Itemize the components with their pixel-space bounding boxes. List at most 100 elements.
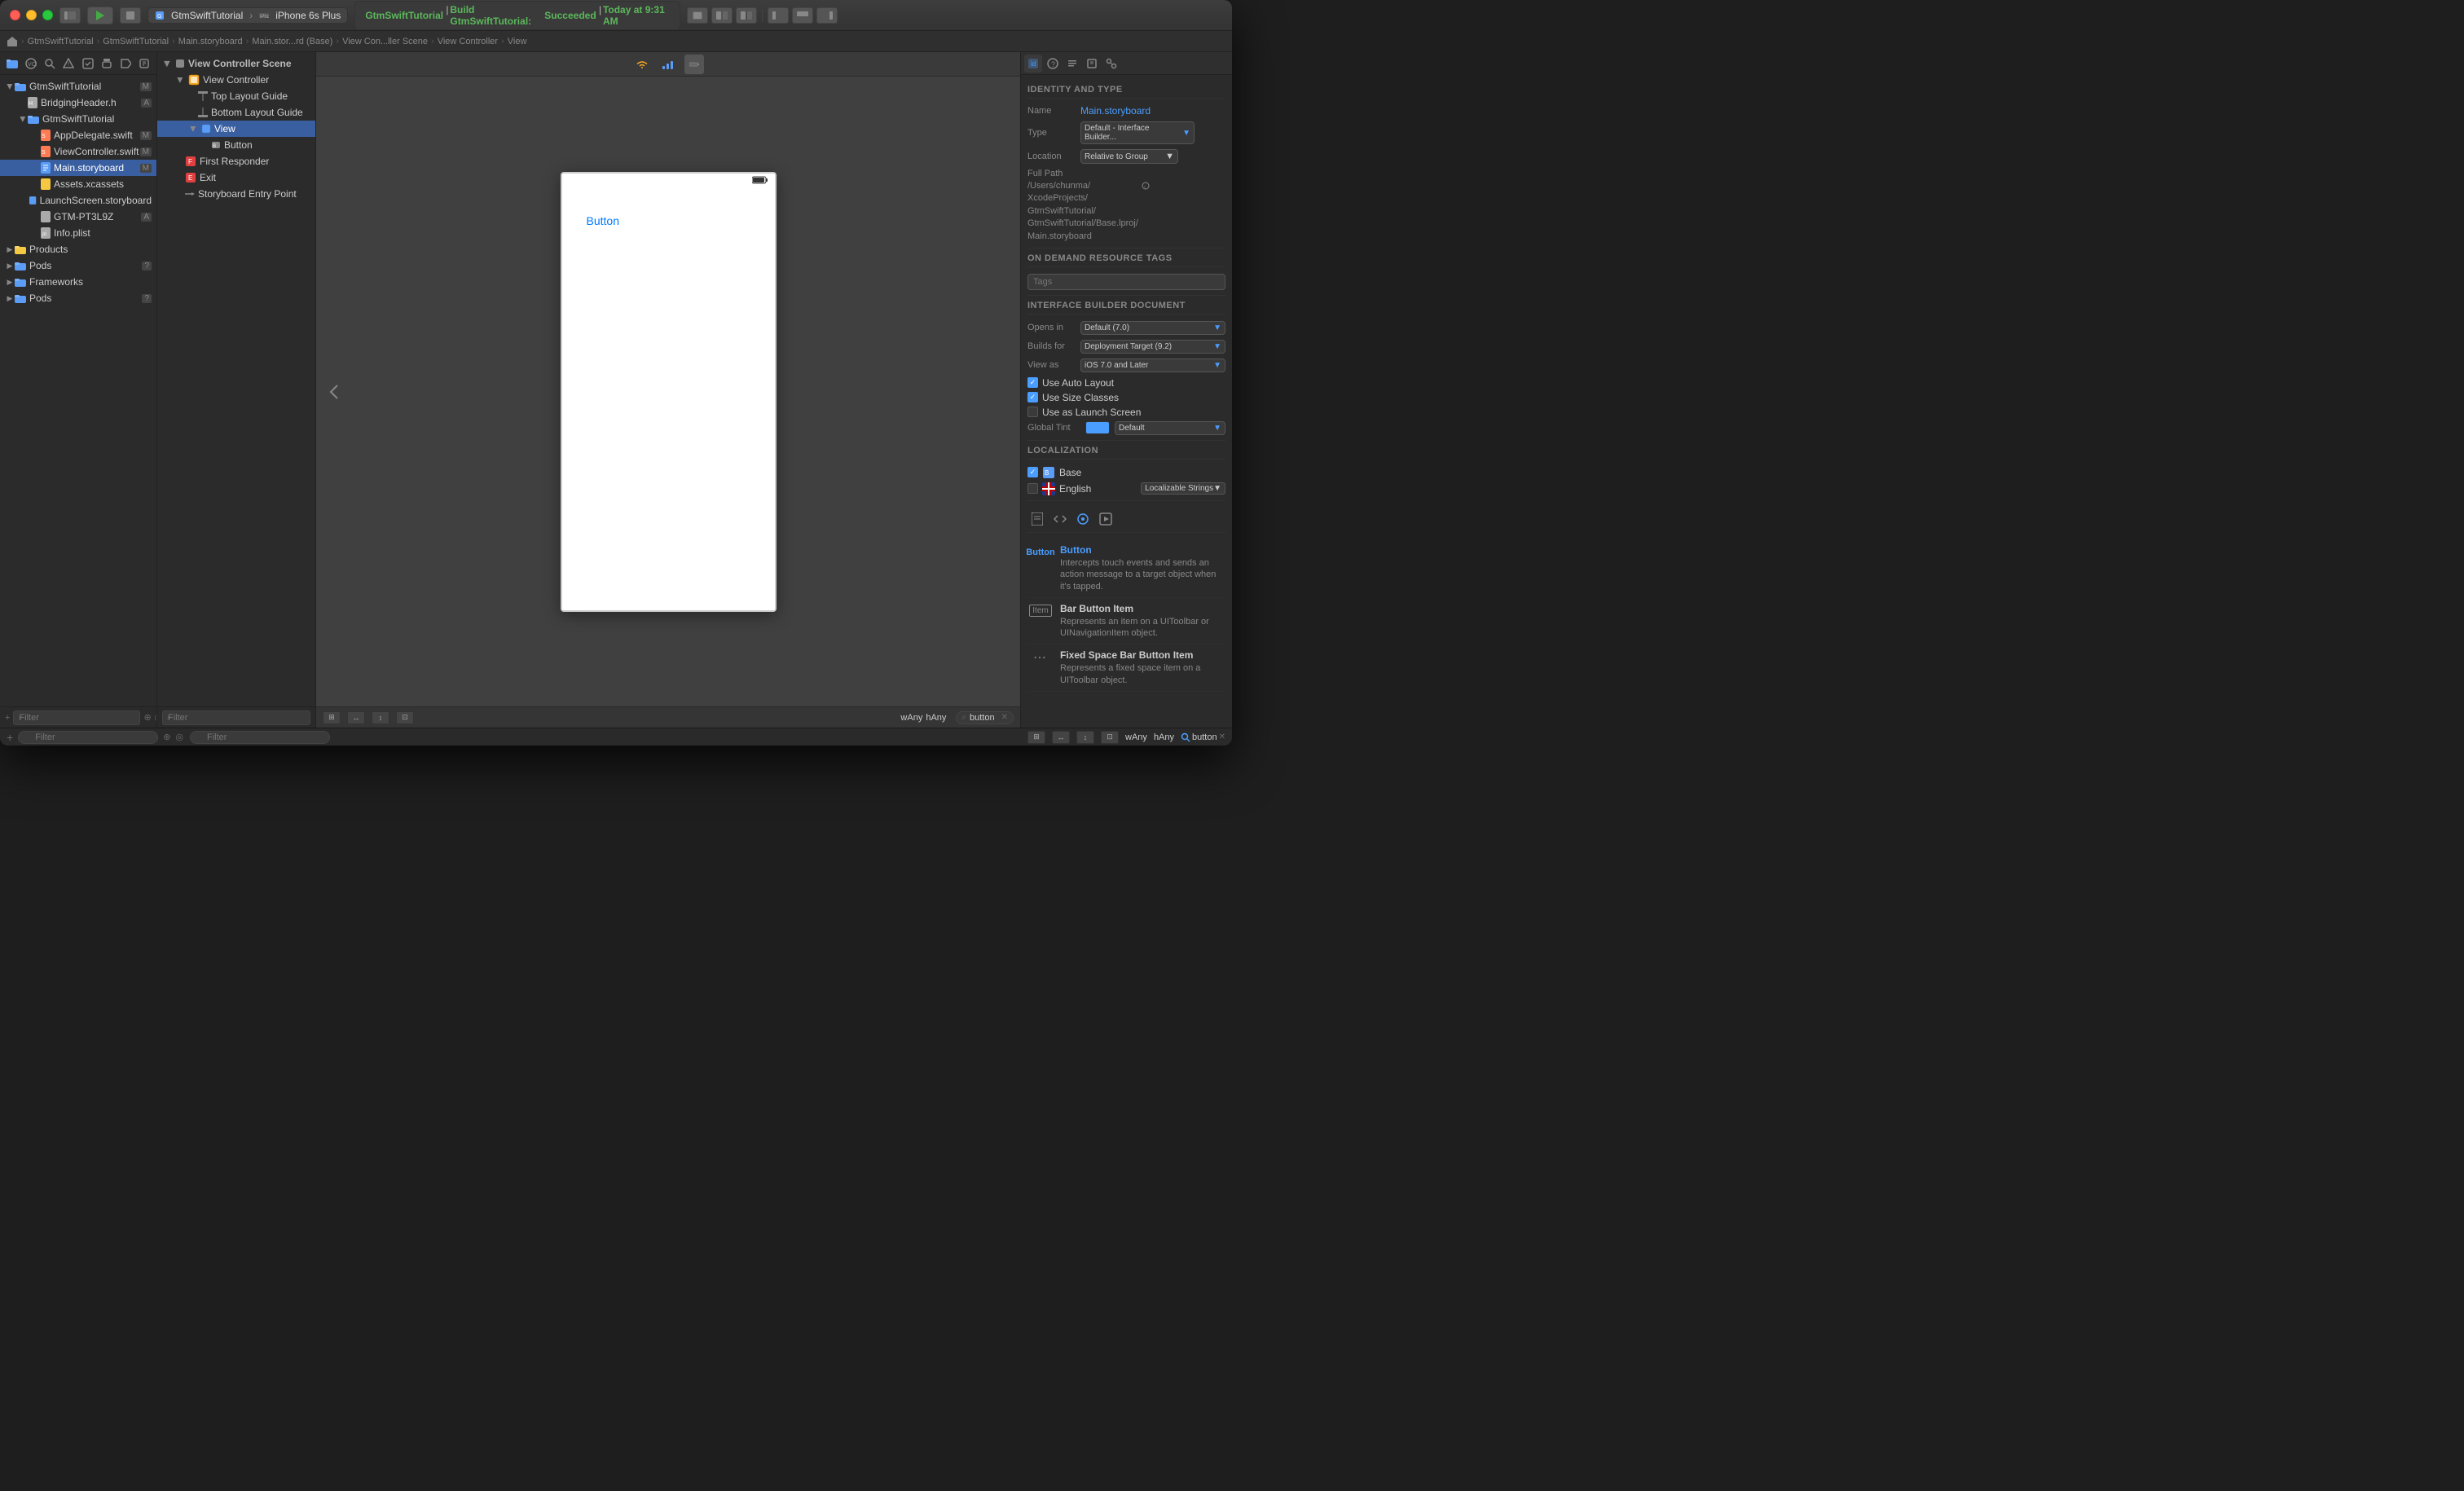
rp-tab-attributes[interactable] [1063, 55, 1081, 73]
test-nav-icon[interactable] [79, 55, 96, 73]
ios-button-element[interactable]: Button [587, 214, 619, 227]
scene-disclosure[interactable]: ▶ [163, 59, 172, 68]
left-filter-input[interactable] [18, 731, 158, 744]
run-button[interactable] [87, 7, 113, 24]
lib-file-icon[interactable] [1027, 509, 1047, 529]
canvas-nav-arrow[interactable] [324, 382, 344, 402]
folder-nav-icon[interactable] [3, 55, 20, 73]
scene-item-view[interactable]: ▶ View [157, 121, 315, 137]
disclosure-arrow[interactable]: ▶ [5, 245, 15, 254]
tree-item-products[interactable]: ▶ Products [0, 241, 156, 257]
lib-media-icon[interactable] [1096, 509, 1115, 529]
disclosure-arrow[interactable]: ▶ [19, 114, 28, 124]
global-tint-swatch[interactable] [1085, 421, 1110, 434]
tree-item-gtm-group[interactable]: ▶ GtmSwiftTutorial [0, 111, 156, 127]
tree-item-pods[interactable]: ▶ Pods ? [0, 257, 156, 274]
breadcrumb-item-1[interactable]: GtmSwiftTutorial [28, 37, 94, 46]
tags-input[interactable] [1027, 274, 1225, 290]
right-filter-input[interactable] [190, 731, 330, 744]
launch-screen-checkbox[interactable] [1027, 407, 1038, 417]
issue-nav-icon[interactable]: ! [60, 55, 77, 73]
scene-item-entry[interactable]: Storyboard Entry Point [157, 186, 315, 202]
size-classes-checkbox[interactable]: ✓ [1027, 392, 1038, 402]
open-path-icon[interactable]: › [1142, 182, 1150, 190]
breadcrumb-item-5[interactable]: View Con...ller Scene [342, 37, 428, 46]
scene-item-exit[interactable]: E Exit [157, 169, 315, 186]
english-type-select[interactable]: Localizable Strings▼ [1141, 482, 1225, 495]
status-size-btn-2[interactable]: ↔ [1052, 731, 1070, 744]
rp-tab-size[interactable] [1083, 55, 1101, 73]
auto-layout-checkbox[interactable]: ✓ [1027, 377, 1038, 388]
rp-tab-identity[interactable]: id [1024, 55, 1042, 73]
scene-item-vc[interactable]: ▶ View Controller [157, 72, 315, 88]
tree-item-launch[interactable]: LaunchScreen.storyboard [0, 192, 156, 209]
status-size-btn-3[interactable]: ↕ [1076, 731, 1094, 744]
breadcrumb-item-6[interactable]: View Controller [438, 37, 498, 46]
scene-item-bottom-layout[interactable]: Bottom Layout Guide [157, 104, 315, 121]
editor-standard[interactable] [687, 7, 708, 24]
breadcrumb-item-3[interactable]: Main.storyboard [178, 37, 243, 46]
disclosure-arrow[interactable]: ▶ [5, 278, 15, 287]
version-editor[interactable] [736, 7, 757, 24]
library-item-bar-button[interactable]: Item Bar Button Item Represents an item … [1027, 598, 1225, 645]
filter-recent-icon[interactable]: ⊕ [143, 712, 151, 723]
debug-panel[interactable] [792, 7, 813, 24]
scene-item-first-responder[interactable]: F First Responder [157, 153, 315, 169]
add-file-button[interactable]: + [5, 713, 10, 723]
scene-item-button[interactable]: B Button [157, 137, 315, 153]
clear-right-search[interactable]: ✕ [1219, 732, 1225, 741]
view-as-select[interactable]: iOS 7.0 and Later ▼ [1080, 358, 1225, 372]
clear-search-btn[interactable]: ✕ [1001, 713, 1008, 722]
tree-item-assets[interactable]: Assets.xcassets [0, 176, 156, 192]
tree-item-gtm-pt3[interactable]: GTM-PT3L9Z A [0, 209, 156, 225]
library-item-fixed-space[interactable]: ⋯ Fixed Space Bar Button Item Represents… [1027, 644, 1225, 692]
device-size-btn[interactable]: ⊞ [323, 711, 341, 724]
status-option-2[interactable]: ◎ [175, 732, 183, 742]
stop-button[interactable] [120, 7, 141, 24]
rp-tab-connections[interactable] [1102, 55, 1120, 73]
status-size-btn-4[interactable]: ⊡ [1101, 731, 1119, 744]
status-option-1[interactable]: ⊕ [163, 732, 170, 742]
disclosure-arrow[interactable]: ▶ [5, 294, 15, 303]
tree-item-info-plist[interactable]: pl Info.plist [0, 225, 156, 241]
tree-item-pods2[interactable]: ▶ Pods ? [0, 290, 156, 306]
lib-object-icon[interactable] [1073, 509, 1093, 529]
scene-filter-input[interactable] [162, 710, 310, 725]
aspect-ratio-btn[interactable]: ⊡ [396, 711, 414, 724]
status-size-btn-1[interactable]: ⊞ [1027, 731, 1045, 744]
report-nav-icon[interactable] [136, 55, 153, 73]
navigator-panel[interactable] [768, 7, 789, 24]
tree-item-main-storyboard[interactable]: Main.storyboard M [0, 160, 156, 176]
english-checkbox[interactable] [1027, 483, 1038, 494]
disclosure-arrow[interactable]: ▶ [5, 262, 15, 270]
width-constraint-btn[interactable]: ↔ [347, 711, 365, 724]
tree-item-bridging[interactable]: H BridgingHeader.h A [0, 95, 156, 111]
tree-item-gtm-root[interactable]: ▶ GtmSwiftTutorial M [0, 78, 156, 95]
rp-tab-quickhelp[interactable]: ? [1044, 55, 1062, 73]
close-button[interactable] [10, 10, 20, 20]
scene-group-vc-scene[interactable]: ▶ View Controller Scene [157, 55, 315, 72]
tree-item-viewcontroller[interactable]: S ViewController.swift M [0, 143, 156, 160]
breadcrumb-item-4[interactable]: Main.stor...rd (Base) [252, 37, 332, 46]
canvas-content[interactable]: Button [316, 77, 1020, 706]
scheme-selector[interactable]: G GtmSwiftTutorial › iPhone iPhone 6s Pl… [147, 7, 348, 24]
vcr-nav-icon[interactable]: VCS [22, 55, 39, 73]
maximize-button[interactable] [42, 10, 53, 20]
breakpoint-nav-icon[interactable] [117, 55, 134, 73]
disclosure-arrow[interactable]: ▶ [6, 81, 15, 91]
minimize-button[interactable] [26, 10, 37, 20]
editor-assistant[interactable] [711, 7, 733, 24]
debug-nav-icon[interactable] [98, 55, 115, 73]
vc-disclosure[interactable]: ▶ [176, 75, 185, 85]
tree-item-frameworks[interactable]: ▶ Frameworks [0, 274, 156, 290]
global-tint-select[interactable]: Default ▼ [1115, 421, 1225, 435]
opens-in-select[interactable]: Default (7.0) ▼ [1080, 321, 1225, 335]
height-constraint-btn[interactable]: ↕ [372, 711, 389, 724]
builds-for-select[interactable]: Deployment Target (9.2) ▼ [1080, 340, 1225, 354]
lib-code-icon[interactable] [1050, 509, 1070, 529]
breadcrumb-item-2[interactable]: GtmSwiftTutorial [103, 37, 169, 46]
tree-item-appdelegate[interactable]: S AppDelegate.swift M [0, 127, 156, 143]
type-select[interactable]: Default - Interface Builder... ▼ [1080, 121, 1195, 144]
add-file-status-btn[interactable]: + [7, 731, 13, 744]
search-nav-icon[interactable] [42, 55, 59, 73]
